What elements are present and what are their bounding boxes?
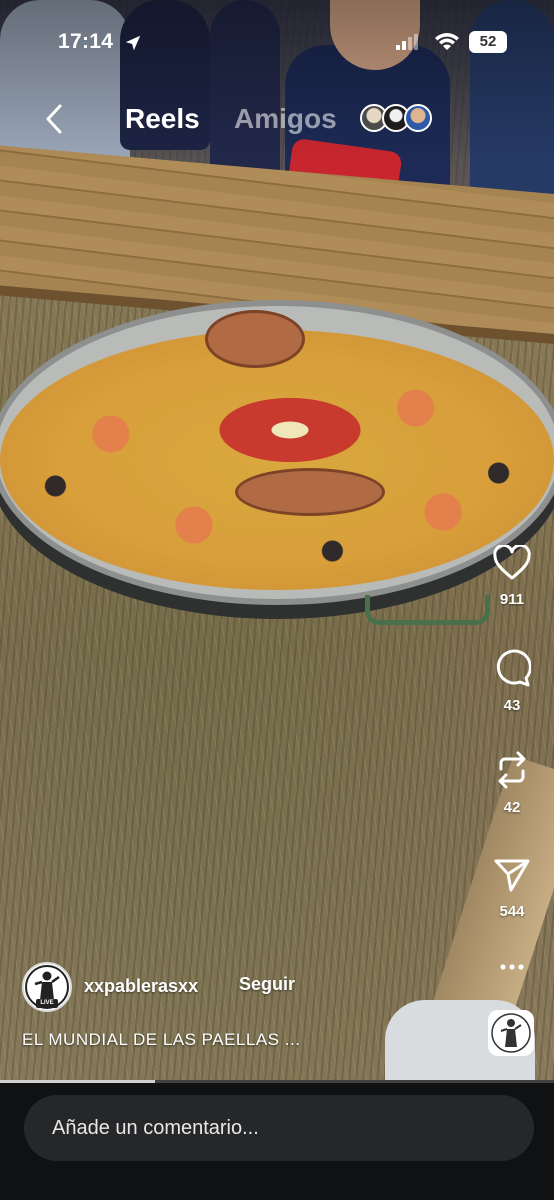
bottom-comment-bar [0, 1083, 554, 1200]
back-chevron-icon[interactable] [40, 102, 68, 136]
comment-box[interactable] [24, 1095, 534, 1161]
reels-header: Reels Amigos [0, 96, 554, 144]
follow-button[interactable]: Seguir [228, 968, 306, 1001]
location-arrow-icon [125, 35, 141, 51]
comment-input[interactable] [24, 1095, 534, 1161]
tab-reels[interactable]: Reels [125, 103, 200, 135]
comment-count: 43 [503, 697, 521, 714]
like-button[interactable]: 911 [482, 545, 542, 608]
like-count: 911 [499, 591, 525, 608]
post-author: LIVE xxpablerasxx Seguir [22, 962, 462, 1012]
repost-icon [498, 751, 526, 789]
reel-video[interactable] [0, 0, 554, 1080]
comment-bubble-icon [496, 649, 531, 687]
battery-indicator: 52 [469, 31, 507, 53]
crab [205, 310, 305, 368]
repost-button[interactable]: 42 [482, 751, 542, 816]
share-button[interactable]: 544 [482, 857, 542, 920]
cellular-signal-icon [396, 34, 418, 50]
post-caption[interactable]: EL MUNDIAL DE LAS PAELLAS ... [22, 1030, 462, 1050]
author-avatar[interactable]: LIVE [22, 962, 72, 1012]
friend-avatars[interactable] [360, 104, 450, 134]
live-badge: LIVE [36, 999, 58, 1008]
status-time: 17:14 [58, 30, 114, 53]
wifi-icon [435, 33, 459, 50]
avatar [404, 104, 432, 132]
pepper-decoration [180, 380, 400, 480]
more-options-icon[interactable] [497, 955, 527, 979]
audio-thumbnail[interactable] [488, 1010, 534, 1056]
send-paper-plane-icon [494, 859, 530, 892]
statue-logo-icon [491, 1013, 531, 1053]
crab-2 [235, 468, 385, 516]
comment-button[interactable]: 43 [482, 649, 542, 714]
share-count: 544 [499, 903, 525, 920]
repost-count: 42 [503, 799, 521, 816]
tab-amigos[interactable]: Amigos [234, 103, 337, 135]
pan-handle [365, 595, 490, 625]
heart-icon [493, 545, 531, 580]
status-bar: 17:14 52 [0, 28, 554, 58]
author-username[interactable]: xxpablerasxx [84, 976, 198, 997]
